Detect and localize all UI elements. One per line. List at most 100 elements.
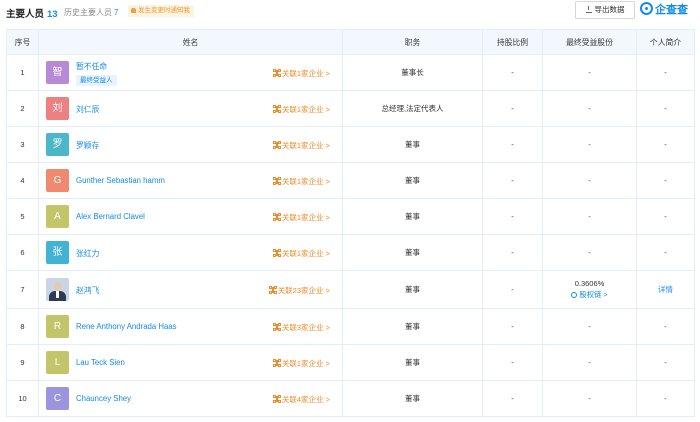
related-companies-link[interactable]: 关联1家企业 > bbox=[272, 68, 330, 79]
avatar[interactable]: 智 bbox=[46, 60, 69, 84]
position-cell: 董事 bbox=[342, 126, 483, 163]
export-data-button[interactable]: 导出数据 bbox=[575, 1, 635, 19]
related-companies-link[interactable]: 关联4家企业 > bbox=[272, 394, 330, 405]
brand-mark-icon bbox=[640, 2, 653, 15]
avatar[interactable] bbox=[46, 277, 69, 301]
avatar[interactable]: 张 bbox=[46, 240, 69, 264]
name-cell: C Chauncey Shey 关联4家企业 > bbox=[38, 380, 343, 417]
table-row: 3 罗 罗颖存 关联1家企业 > 董事 - - - bbox=[6, 126, 695, 163]
row-index: 10 bbox=[6, 380, 39, 417]
name-cell: A Alex Bernard Clavel 关联1家企业 > bbox=[38, 198, 343, 235]
table-row: 9 L Lau Teck Sien 关联1家企业 > 董事 - - - bbox=[6, 344, 695, 381]
person-name-link[interactable]: 刘仁辰 bbox=[76, 104, 99, 115]
profile-cell: - bbox=[636, 162, 695, 199]
row-index: 5 bbox=[6, 198, 39, 235]
portrait-shirt bbox=[56, 290, 59, 298]
person-name-link[interactable]: Rene Anthony Andrada Haas bbox=[76, 322, 177, 331]
name-cell: R Rene Anthony Andrada Haas 关联3家企业 > bbox=[38, 308, 343, 345]
position-cell: 董事 bbox=[342, 344, 483, 381]
related-label: 关联1家企业 > bbox=[281, 140, 330, 150]
relation-icon bbox=[272, 104, 281, 113]
portrait-head bbox=[54, 281, 61, 290]
beneficial-share-cell: - bbox=[542, 54, 637, 91]
name-cell: 智 暂不任命 最终受益人 关联1家企业 > bbox=[38, 54, 343, 91]
table-row: 10 C Chauncey Shey 关联4家企业 > 董事 - - - bbox=[6, 380, 695, 417]
avatar[interactable]: 刘 bbox=[46, 96, 69, 120]
related-label: 关联1家企业 > bbox=[281, 176, 330, 186]
person-name-link[interactable]: 罗颖存 bbox=[76, 140, 99, 151]
related-companies-link[interactable]: 关联1家企业 > bbox=[272, 248, 330, 259]
person-name-link[interactable]: Gunther Sebastian hamm bbox=[76, 176, 165, 185]
name-cell: 罗 罗颖存 关联1家企业 > bbox=[38, 126, 343, 163]
relation-icon bbox=[272, 140, 281, 149]
ultimate-beneficiary-tag: 最终受益人 bbox=[76, 74, 117, 86]
related-companies-link[interactable]: 关联1家企业 > bbox=[272, 176, 330, 187]
beneficial-share-cell: 0.3606% 股权链 > bbox=[542, 270, 637, 309]
share-ratio-cell: - bbox=[482, 270, 543, 309]
related-companies-link[interactable]: 关联1家企业 > bbox=[272, 358, 330, 369]
section-title-text: 主要人员 bbox=[6, 9, 45, 20]
person-name-link[interactable]: Alex Bernard Clavel bbox=[76, 212, 145, 221]
brand-text: 企查查 bbox=[655, 4, 688, 16]
beneficial-share-cell: - bbox=[542, 126, 637, 163]
profile-cell: - bbox=[636, 380, 695, 417]
profile-cell: - bbox=[636, 126, 695, 163]
col-header-share-ratio: 持股比例 bbox=[482, 29, 543, 55]
history-count: 7 bbox=[114, 8, 119, 17]
avatar[interactable]: C bbox=[46, 386, 69, 410]
avatar[interactable]: L bbox=[46, 350, 69, 374]
related-companies-link[interactable]: 关联3家企业 > bbox=[272, 322, 330, 333]
name-cell: L Lau Teck Sien 关联1家企业 > bbox=[38, 344, 343, 381]
equity-chain-link[interactable]: 股权链 > bbox=[543, 289, 636, 300]
profile-cell: - bbox=[636, 90, 695, 127]
avatar[interactable]: G bbox=[46, 168, 69, 192]
table-row: 1 智 暂不任命 最终受益人 关联1家企业 > 董事长 - - - bbox=[6, 54, 695, 91]
related-label: 关联3家企业 > bbox=[281, 322, 330, 332]
col-header-beneficial-share: 最终受益股份 bbox=[542, 29, 637, 55]
notify-on-change-button[interactable]: 发生变更时通知我 bbox=[128, 5, 194, 17]
share-ratio-cell: - bbox=[482, 90, 543, 127]
relation-icon bbox=[272, 358, 281, 367]
personnel-count: 13 bbox=[47, 9, 58, 20]
share-ratio-cell: - bbox=[482, 344, 543, 381]
personnel-table: 序号 姓名 职务 持股比例 最终受益股份 个人简介 1 智 暂不任命 最终受益人… bbox=[6, 29, 695, 417]
profile-detail-link[interactable]: 详情 bbox=[658, 285, 673, 294]
person-name-link[interactable]: Lau Teck Sien bbox=[76, 358, 125, 367]
table-row: 2 刘 刘仁辰 关联1家企业 > 总经理,法定代表人 - - - bbox=[6, 90, 695, 127]
row-index: 4 bbox=[6, 162, 39, 199]
history-personnel-link[interactable]: 历史主要人员 7 bbox=[64, 7, 118, 18]
related-label: 关联1家企业 > bbox=[281, 68, 330, 78]
related-companies-link[interactable]: 关联1家企业 > bbox=[272, 140, 330, 151]
row-index: 8 bbox=[6, 308, 39, 345]
person-name-link[interactable]: 张红力 bbox=[76, 248, 99, 259]
position-cell: 董事 bbox=[342, 162, 483, 199]
bell-icon bbox=[131, 7, 136, 13]
related-companies-link[interactable]: 关联1家企业 > bbox=[272, 212, 330, 223]
beneficial-share-cell: - bbox=[542, 380, 637, 417]
avatar[interactable]: R bbox=[46, 314, 69, 338]
person-name-link[interactable]: Chauncey Shey bbox=[76, 394, 131, 403]
related-companies-link[interactable]: 关联1家企业 > bbox=[272, 104, 330, 115]
beneficial-share-cell: - bbox=[542, 162, 637, 199]
avatar[interactable]: A bbox=[46, 204, 69, 228]
brand-logo: 企查查 bbox=[640, 1, 688, 19]
table-row: 4 G Gunther Sebastian hamm 关联1家企业 > 董事 -… bbox=[6, 162, 695, 199]
related-companies-link[interactable]: 关联23家企业 > bbox=[268, 285, 330, 296]
profile-cell: - bbox=[636, 308, 695, 345]
position-cell: 董事 bbox=[342, 308, 483, 345]
related-label: 关联1家企业 > bbox=[281, 104, 330, 114]
avatar[interactable]: 罗 bbox=[46, 132, 69, 156]
person-name-link[interactable]: 赵鸿飞 bbox=[76, 285, 99, 296]
person-name-link[interactable]: 暂不任命 bbox=[76, 61, 107, 72]
profile-cell: - bbox=[636, 344, 695, 381]
beneficial-share-cell: - bbox=[542, 344, 637, 381]
position-cell: 董事长 bbox=[342, 54, 483, 91]
position-cell: 总经理,法定代表人 bbox=[342, 90, 483, 127]
row-index: 1 bbox=[6, 54, 39, 91]
name-cell: 刘 刘仁辰 关联1家企业 > bbox=[38, 90, 343, 127]
table-row: 7 赵鸿飞 关联23家企业 > 董事 - 0.3606% 股权链 > 详情 bbox=[6, 270, 695, 309]
share-ratio-cell: - bbox=[482, 162, 543, 199]
col-header-index: 序号 bbox=[6, 29, 39, 55]
table-header-row: 序号 姓名 职务 持股比例 最终受益股份 个人简介 bbox=[6, 29, 695, 55]
relation-icon bbox=[268, 285, 277, 294]
